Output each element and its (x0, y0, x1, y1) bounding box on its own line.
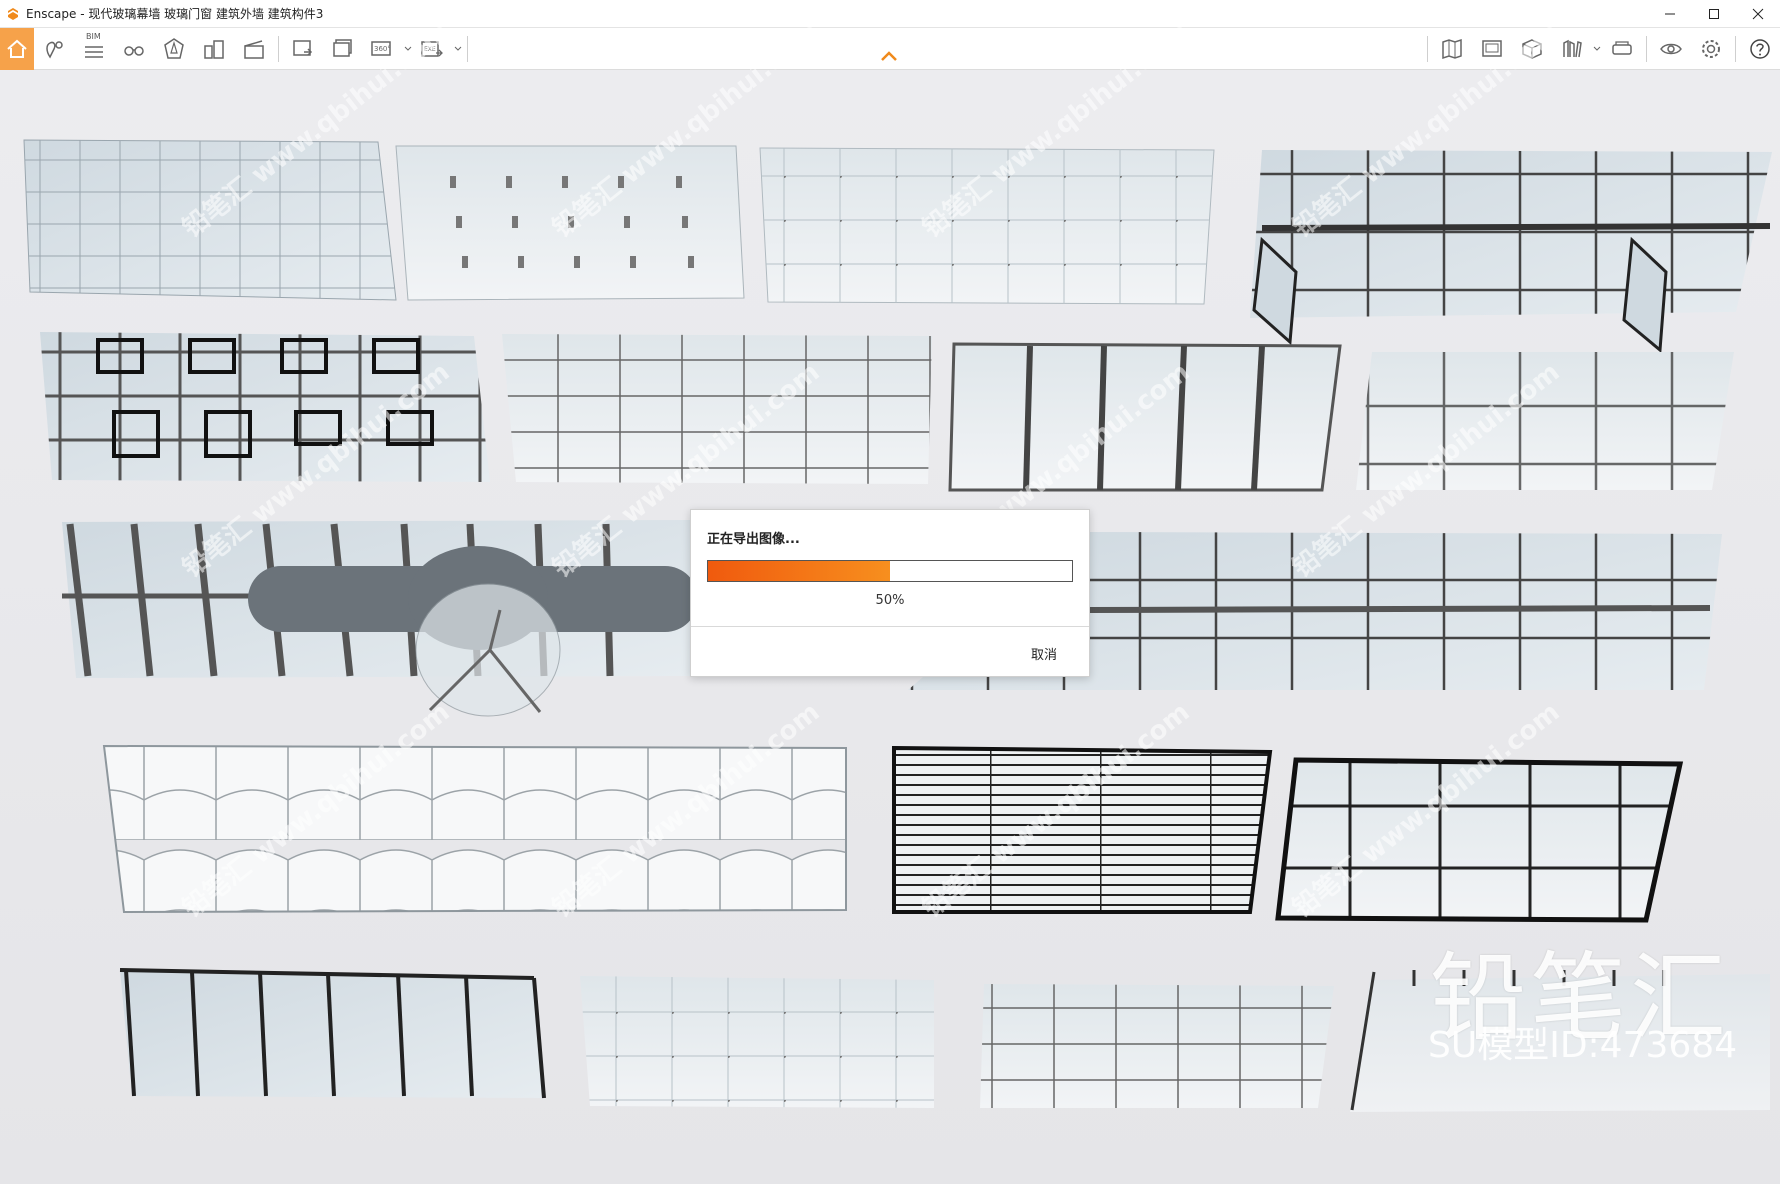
spider-glass-wall-model[interactable] (580, 976, 934, 1108)
exe-label: EXE (424, 46, 436, 53)
asset-library-button[interactable] (154, 28, 194, 70)
map-button[interactable] (1432, 28, 1472, 70)
black-frame-window-wall-model[interactable] (1275, 757, 1684, 923)
video-editor-button[interactable] (234, 28, 274, 70)
exe-export-button[interactable]: EXE (413, 28, 453, 70)
frameless-glass-wall-model[interactable] (759, 147, 1215, 305)
gallery-icon (1482, 40, 1502, 57)
panorama-label: 360° (374, 45, 391, 53)
map-icon (1442, 38, 1462, 60)
toolbar-separator (467, 35, 468, 62)
binoculars-icon (124, 45, 144, 56)
window-curtain-wall-model[interactable] (40, 332, 490, 482)
glass-door-storefront-model[interactable] (1250, 150, 1772, 354)
toolbar-separator (1735, 36, 1736, 62)
visibility-icon (1660, 43, 1682, 55)
batch-export-icon (333, 38, 352, 57)
panorama-dropdown[interactable] (403, 28, 413, 70)
window-title: Enscape - 现代玻璃幕墙 玻璃门窗 建筑外墙 建筑构件3 (26, 7, 324, 21)
materials-button[interactable] (1552, 28, 1592, 70)
buildings-button[interactable] (194, 28, 234, 70)
maximize-button[interactable] (1692, 0, 1736, 28)
home-button[interactable] (0, 27, 34, 70)
enscape-logo-icon (8, 7, 18, 20)
cube-view-icon (1522, 39, 1542, 59)
vr-button[interactable] (1602, 28, 1642, 70)
settings-gear-icon (1702, 40, 1720, 58)
exe-dropdown[interactable] (453, 28, 463, 70)
toolbar-right-group (1423, 28, 1780, 70)
progress-bar (707, 560, 1073, 582)
enscape-window: Enscape - 现代玻璃幕墙 玻璃门窗 建筑外墙 建筑构件3 BIM 360… (0, 0, 1780, 1184)
panorama-360-icon: 360° (371, 40, 391, 56)
batch-export-button[interactable] (323, 28, 363, 70)
toolbar-separator (1646, 36, 1647, 62)
materials-dropdown[interactable] (1592, 28, 1602, 70)
dialog-title: 正在导出图像... (707, 532, 800, 547)
general-settings-button[interactable] (1691, 28, 1731, 70)
bim-button[interactable]: BIM (74, 28, 114, 70)
point-fixed-glass-model[interactable] (395, 145, 745, 301)
minimize-button[interactable] (1648, 0, 1692, 28)
library-icon (1563, 39, 1582, 58)
collapse-toolbar-icon[interactable] (880, 50, 898, 62)
screenshot-export-button[interactable] (283, 28, 323, 70)
maximize-icon (1709, 9, 1719, 19)
dialog-divider (691, 626, 1089, 627)
chevron-down-icon (454, 46, 462, 51)
main-toolbar: BIM 360° EXE (0, 27, 1780, 70)
close-button[interactable] (1736, 0, 1780, 28)
minimize-icon (1665, 13, 1675, 15)
revolving-door-facade-model[interactable] (62, 520, 698, 717)
exe-export-icon: EXE (421, 40, 443, 57)
hidden-frame-curtain-wall-model[interactable] (980, 984, 1334, 1108)
model-id-watermark: SU模型ID:473684 (1428, 1025, 1738, 1066)
grid-curtain-wall-model[interactable] (502, 334, 932, 484)
buildings-icon (204, 39, 224, 59)
visual-settings-button[interactable] (1651, 28, 1691, 70)
toolbar-separator (1427, 36, 1428, 62)
walk-mode-button[interactable] (114, 28, 154, 70)
asset-library-icon (164, 37, 184, 59)
progress-fill (708, 561, 890, 581)
chevron-down-icon (1593, 46, 1601, 51)
chevron-down-icon (404, 46, 412, 51)
gallery-button[interactable] (1472, 28, 1512, 70)
location-pin-icon (46, 40, 63, 58)
mullion-curtain-wall-model[interactable] (948, 342, 1342, 492)
export-progress-dialog: 正在导出图像... 50% 取消 (690, 509, 1090, 677)
vr-headset-icon (1612, 41, 1632, 55)
title-bar: Enscape - 现代玻璃幕墙 玻璃门窗 建筑外墙 建筑构件3 (0, 0, 1780, 28)
help-button[interactable] (1740, 28, 1780, 70)
frameless-partition-model[interactable] (119, 968, 546, 1099)
arched-glass-wall-model[interactable] (102, 744, 847, 914)
close-icon (1752, 8, 1764, 20)
window-controls (1648, 0, 1780, 28)
thin-frame-curtain-wall-model[interactable] (1356, 352, 1734, 490)
objects-button[interactable] (1512, 28, 1552, 70)
progress-percent: 50% (875, 593, 905, 608)
clapperboard-icon (244, 39, 264, 59)
screenshot-export-icon (293, 39, 313, 56)
cancel-button[interactable]: 取消 (1031, 644, 1057, 663)
help-icon (1750, 39, 1770, 59)
bim-label: BIM (86, 31, 101, 41)
panorama-export-button[interactable]: 360° (363, 28, 403, 70)
toolbar-separator (278, 35, 279, 62)
views-button[interactable] (34, 28, 74, 70)
curtain-wall-model[interactable] (23, 139, 397, 301)
louver-facade-model[interactable] (892, 745, 1273, 914)
home-icon (7, 39, 27, 58)
